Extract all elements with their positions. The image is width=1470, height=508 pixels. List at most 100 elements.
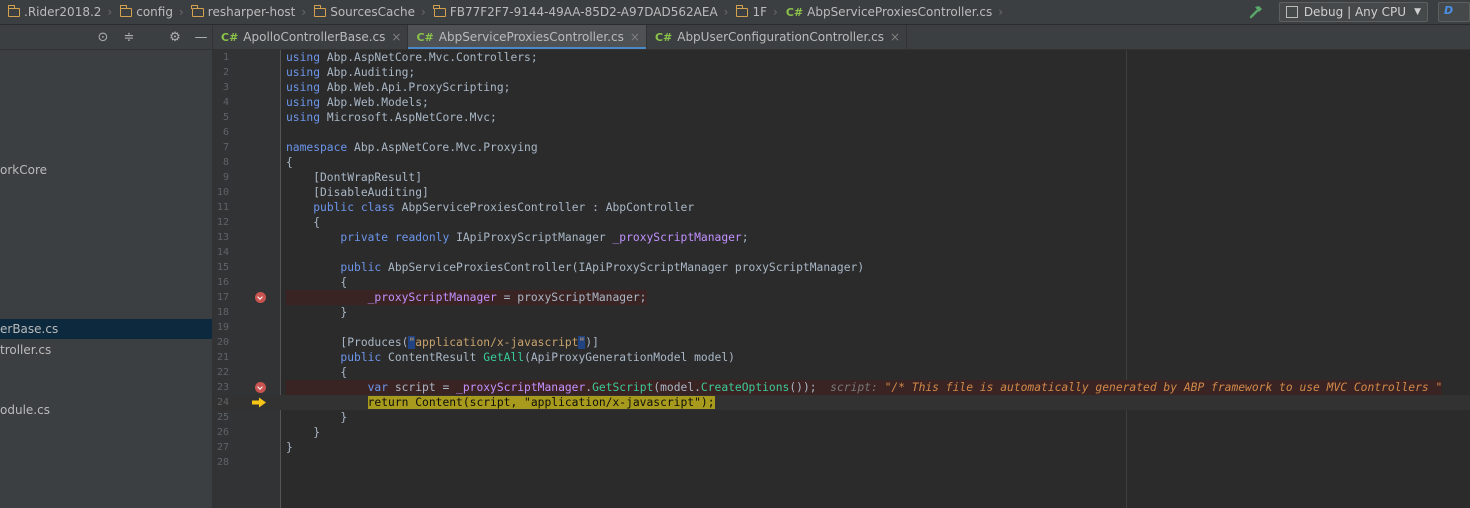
close-icon[interactable]: × [391, 30, 401, 44]
code-text[interactable]: } [286, 305, 347, 320]
code-line[interactable]: 13 private readonly IApiProxyScriptManag… [213, 230, 1470, 245]
breakpoint-icon[interactable] [255, 292, 266, 303]
folder-icon [7, 4, 20, 17]
code-text[interactable]: return Content(script, "application/x-ja… [286, 395, 715, 410]
code-text[interactable]: public AbpServiceProxiesController(IApiP… [286, 260, 864, 275]
tab-label: AbpUserConfigurationController.cs [677, 30, 884, 44]
tab-label: ApolloControllerBase.cs [243, 30, 386, 44]
breadcrumb-item[interactable]: SourcesCache › [306, 0, 426, 24]
locate-target-icon[interactable]: ⊙ [96, 30, 110, 45]
dotnet-icon: D [1444, 4, 1454, 17]
breadcrumb-item-current[interactable]: C# AbpServiceProxiesController.cs › [778, 0, 1003, 24]
code-text[interactable]: var script = _proxyScriptManager.GetScri… [286, 380, 1443, 395]
code-line[interactable]: 4 using Abp.Web.Models; [213, 95, 1470, 110]
gear-icon[interactable]: ⚙ [168, 30, 182, 45]
breadcrumb-label: SourcesCache [330, 5, 415, 19]
code-text[interactable]: private readonly IApiProxyScriptManager … [286, 230, 748, 245]
line-number: 24 [216, 397, 229, 408]
code-line[interactable]: 3 using Abp.Web.Api.ProxyScripting; [213, 80, 1470, 95]
code-text[interactable]: [DisableAuditing] [286, 185, 429, 200]
breadcrumb-item[interactable]: .Rider2018.2 › [0, 0, 112, 24]
code-line[interactable]: 27 } [213, 440, 1470, 455]
code-text[interactable]: } [286, 410, 347, 425]
close-icon[interactable]: × [630, 30, 640, 44]
code-line[interactable]: 20 [Produces("application/x-javascript")… [213, 335, 1470, 350]
code-line-breakpoint[interactable]: 23 var script = _proxyScriptManager.GetS… [213, 380, 1470, 395]
build-configuration-select[interactable]: Debug | Any CPU ▼ [1278, 2, 1428, 22]
code-text[interactable]: namespace Abp.AspNetCore.Mvc.Proxying [286, 140, 538, 155]
code-text[interactable]: { [286, 275, 347, 290]
code-line-breakpoint[interactable]: 17 _proxyScriptManager = proxyScriptMana… [213, 290, 1470, 305]
code-line[interactable]: 6 [213, 125, 1470, 140]
line-number: 11 [216, 202, 229, 213]
code-line[interactable]: 14 [213, 245, 1470, 260]
tree-item[interactable]: troller.cs [0, 340, 212, 360]
breadcrumb-item[interactable]: config › [112, 0, 184, 24]
code-line[interactable]: 26 } [213, 425, 1470, 440]
tab-apollo-controller-base[interactable]: C# ApolloControllerBase.cs × [213, 25, 409, 49]
navigation-breadcrumb: .Rider2018.2 › config › resharper-host ›… [0, 0, 1470, 25]
code-line[interactable]: 9 [DontWrapResult] [213, 170, 1470, 185]
line-number: 1 [222, 52, 229, 63]
collapse-all-icon[interactable]: ≑ [122, 30, 136, 45]
line-number: 3 [222, 82, 229, 93]
code-line[interactable]: 5 using Microsoft.AspNetCore.Mvc; [213, 110, 1470, 125]
code-line[interactable]: 21 public ContentResult GetAll(ApiProxyG… [213, 350, 1470, 365]
minimize-icon[interactable]: — [194, 30, 208, 45]
code-text[interactable]: { [286, 155, 293, 170]
tab-abp-service-proxies-controller[interactable]: C# AbpServiceProxiesController.cs × [408, 25, 647, 49]
csharp-file-icon: C# [221, 30, 239, 44]
code-text[interactable]: public class AbpServiceProxiesController… [286, 200, 694, 215]
code-line[interactable]: 8 { [213, 155, 1470, 170]
code-line[interactable]: 22 { [213, 365, 1470, 380]
code-line[interactable]: 2 using Abp.Auditing; [213, 65, 1470, 80]
code-line[interactable]: 12 { [213, 215, 1470, 230]
breadcrumb-item[interactable]: resharper-host › [184, 0, 306, 24]
code-text[interactable]: } [286, 425, 320, 440]
breadcrumb-item[interactable]: 1F › [728, 0, 778, 24]
breakpoint-icon[interactable] [255, 382, 266, 393]
code-text[interactable]: using Abp.AspNetCore.Mvc.Controllers; [286, 50, 538, 65]
code-text[interactable]: } [286, 440, 293, 455]
code-line-execution[interactable]: 24 return Content(script, "application/x… [213, 395, 1470, 410]
code-text[interactable]: { [286, 215, 320, 230]
code-text[interactable]: _proxyScriptManager = proxyScriptManager… [286, 290, 647, 305]
tree-item-selected[interactable]: erBase.cs [0, 319, 212, 339]
line-number: 2 [222, 67, 229, 78]
line-number: 17 [216, 292, 229, 303]
code-line[interactable]: 1 using Abp.AspNetCore.Mvc.Controllers; [213, 50, 1470, 65]
breadcrumb-item[interactable]: FB77F2F7-9144-49AA-85D2-A97DAD562AEA › [426, 0, 728, 24]
code-line[interactable]: 10 [DisableAuditing] [213, 185, 1470, 200]
code-text[interactable]: { [286, 365, 347, 380]
code-line[interactable]: 28 [213, 455, 1470, 470]
code-text[interactable]: using Microsoft.AspNetCore.Mvc; [286, 110, 497, 125]
folder-icon [191, 4, 204, 17]
tree-item[interactable]: orkCore [0, 160, 212, 180]
code-line[interactable]: 15 public AbpServiceProxiesController(IA… [213, 260, 1470, 275]
code-line[interactable]: 16 { [213, 275, 1470, 290]
code-line[interactable]: 18 } [213, 305, 1470, 320]
build-hammer-icon[interactable] [1245, 0, 1267, 24]
code-line[interactable]: 7 namespace Abp.AspNetCore.Mvc.Proxying [213, 140, 1470, 155]
code-line[interactable]: 19 [213, 320, 1470, 335]
folder-icon [433, 4, 446, 17]
editor-tab-bar: C# ApolloControllerBase.cs × C# AbpServi… [213, 25, 1470, 50]
code-text[interactable]: using Abp.Web.Models; [286, 95, 429, 110]
run-configuration-select[interactable]: D [1438, 2, 1470, 22]
tab-abp-user-configuration-controller[interactable]: C# AbpUserConfigurationController.cs × [647, 25, 908, 49]
code-editor[interactable]: 1 using Abp.AspNetCore.Mvc.Controllers; … [213, 50, 1470, 508]
csharp-file-icon: C# [654, 30, 673, 44]
line-number: 7 [222, 142, 229, 153]
code-text[interactable]: using Abp.Auditing; [286, 65, 415, 80]
tree-item[interactable]: odule.cs [0, 400, 212, 420]
close-icon[interactable]: × [890, 30, 900, 44]
code-text[interactable]: [DontWrapResult] [286, 170, 422, 185]
code-line[interactable]: 11 public class AbpServiceProxiesControl… [213, 200, 1470, 215]
code-text[interactable]: [Produces("application/x-javascript")] [286, 335, 599, 350]
code-line[interactable]: 25 } [213, 410, 1470, 425]
code-text[interactable]: public ContentResult GetAll(ApiProxyGene… [286, 350, 735, 365]
line-number: 4 [222, 97, 229, 108]
inline-debug-value: "/* This file is automatically generated… [884, 381, 1443, 394]
line-number: 15 [216, 262, 229, 273]
code-text[interactable]: using Abp.Web.Api.ProxyScripting; [286, 80, 510, 95]
